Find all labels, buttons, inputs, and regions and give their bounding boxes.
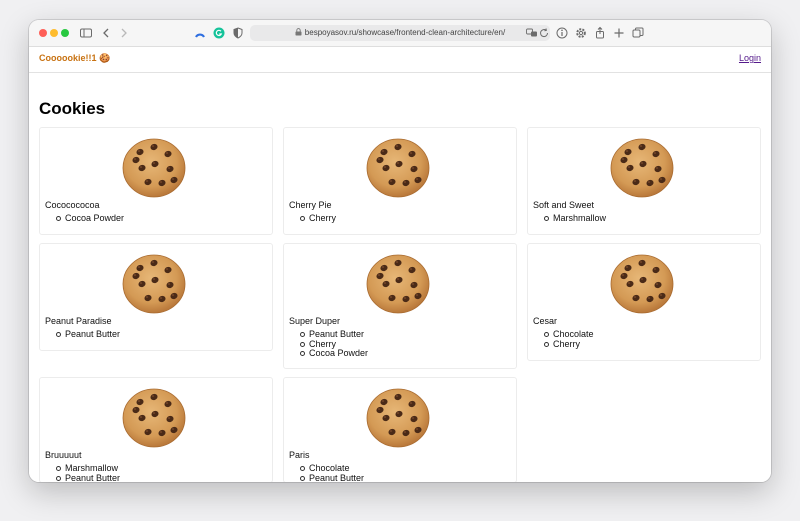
reload-icon[interactable] [538, 27, 550, 39]
cookie-name: Cesar [533, 316, 558, 326]
forward-arrow-icon[interactable] [117, 26, 131, 40]
ingredient-item: Marshmallow [544, 213, 606, 224]
cookie-image [366, 254, 430, 314]
new-tab-plus-icon[interactable] [612, 26, 626, 40]
cookie-image [366, 388, 430, 448]
zoom-window-button[interactable] [61, 29, 69, 37]
translate-icon[interactable] [526, 27, 538, 39]
shield-icon[interactable] [231, 26, 245, 40]
cookie-card[interactable]: Super Duper Peanut Butter Cherry Cocoa Powd… [283, 243, 517, 369]
close-window-button[interactable] [39, 29, 47, 37]
page-title: Cookies [39, 99, 106, 118]
ingredient-list: Peanut Butter [56, 329, 120, 340]
cookie-card[interactable]: Soft and Sweet Marshmallow [527, 127, 761, 235]
cookie-name: Cococococoa [45, 200, 100, 210]
browser-window: bespoyasov.ru/showcase/frontend-clean-ar… [29, 20, 771, 482]
address-bar[interactable]: bespoyasov.ru/showcase/frontend-clean-ar… [250, 25, 550, 41]
ingredient-list: Chocolate Cherry [544, 329, 594, 350]
cookie-name: Super Duper [289, 316, 341, 326]
info-icon[interactable] [555, 26, 569, 40]
ingredient-item: Cherry [544, 339, 594, 350]
ingredient-item: Cocoa Powder [300, 348, 368, 359]
cookie-image [610, 254, 674, 314]
web-page: Coooookie!!1 🍪 Login Cookies Cococococoa… [29, 47, 771, 482]
grammarly-icon[interactable] [212, 26, 226, 40]
cookie-image [366, 138, 430, 198]
cookie-name: Paris [289, 450, 310, 460]
ingredient-list: Peanut Butter Cherry Cocoa Powder [300, 329, 368, 359]
cookie-name: Soft and Sweet [533, 200, 595, 210]
cookie-card[interactable]: Paris Chocolate Peanut Butter [283, 377, 517, 482]
ingredient-item: Peanut Butter [56, 473, 120, 482]
cookie-name: Peanut Paradise [45, 316, 112, 326]
cookie-image [610, 138, 674, 198]
lock-icon [295, 26, 302, 42]
ingredient-item: Peanut Butter [300, 473, 364, 482]
cookie-image [122, 388, 186, 448]
extension-arc-icon[interactable] [193, 26, 207, 40]
cookie-name: Bruuuuut [45, 450, 82, 460]
cookie-card[interactable]: Cherry Pie Cherry [283, 127, 517, 235]
site-header: Coooookie!!1 🍪 Login [29, 47, 771, 73]
gear-icon[interactable] [574, 26, 588, 40]
ingredient-item: Peanut Butter [56, 329, 120, 340]
cookie-card[interactable]: Cesar Chocolate Cherry [527, 243, 761, 361]
login-link[interactable]: Login [739, 53, 761, 63]
cookie-image [122, 254, 186, 314]
ingredient-list: Chocolate Peanut Butter [300, 463, 364, 482]
back-arrow-icon[interactable] [99, 26, 113, 40]
ingredient-list: Marshmallow Peanut Butter [56, 463, 120, 482]
ingredient-list: Cherry [300, 213, 336, 224]
site-brand[interactable]: Coooookie!!1 🍪 [39, 53, 110, 64]
cookie-image [122, 138, 186, 198]
cookie-name: Cherry Pie [289, 200, 332, 210]
cookie-card[interactable]: Cococococoa Cocoa Powder [39, 127, 273, 235]
sidebar-toggle-icon[interactable] [79, 26, 93, 40]
ingredient-item: Cocoa Powder [56, 213, 124, 224]
ingredient-item: Cherry [300, 213, 336, 224]
browser-toolbar: bespoyasov.ru/showcase/frontend-clean-ar… [29, 20, 771, 47]
ingredient-list: Cocoa Powder [56, 213, 124, 224]
ingredient-list: Marshmallow [544, 213, 606, 224]
cookie-card[interactable]: Peanut Paradise Peanut Butter [39, 243, 273, 351]
minimize-window-button[interactable] [50, 29, 58, 37]
address-url: bespoyasov.ru/showcase/frontend-clean-ar… [304, 28, 506, 37]
tab-overview-icon[interactable] [631, 26, 645, 40]
share-icon[interactable] [593, 26, 607, 40]
cookie-card[interactable]: Bruuuuut Marshmallow Peanut Butter [39, 377, 273, 482]
